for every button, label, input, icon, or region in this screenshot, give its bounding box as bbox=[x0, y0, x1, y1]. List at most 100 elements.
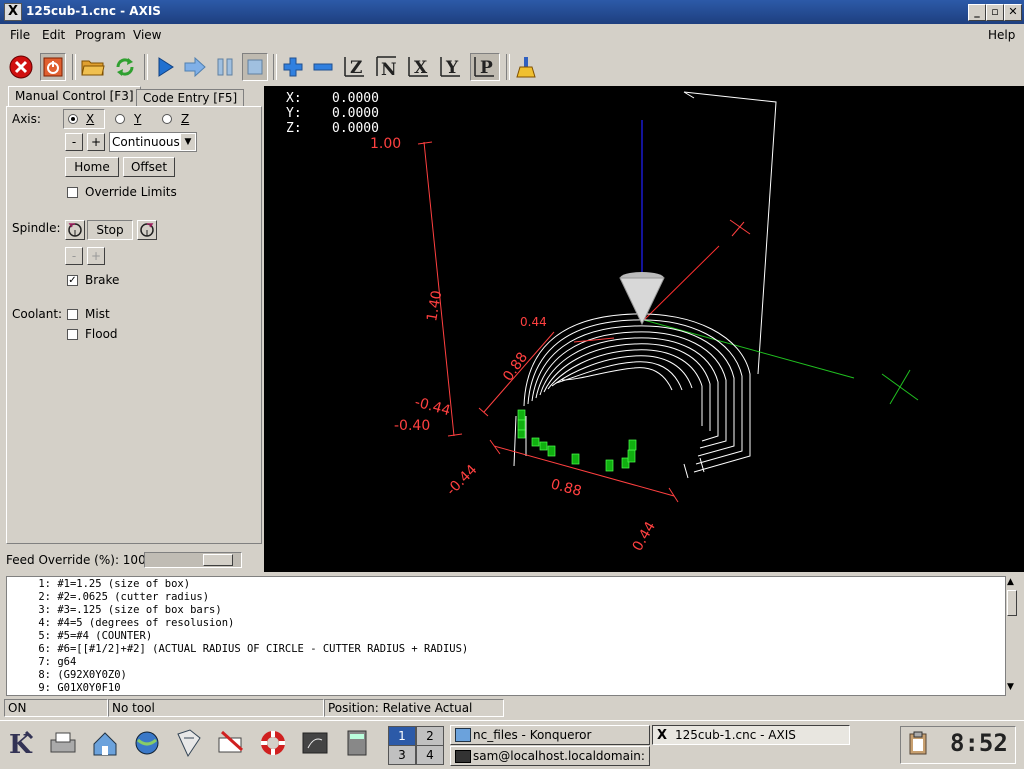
code-line[interactable]: 8: (G92X0Y0Z0) bbox=[7, 669, 991, 682]
open-file-icon[interactable] bbox=[80, 53, 106, 81]
code-line[interactable]: 4: #4=5 (degrees of resolusion) bbox=[7, 617, 991, 630]
axis-y-radio[interactable] bbox=[115, 114, 125, 124]
override-limits-checkbox[interactable] bbox=[67, 187, 78, 198]
spindle-cw-icon bbox=[140, 223, 154, 237]
menu-edit[interactable]: Edit bbox=[42, 28, 65, 42]
code-line[interactable]: 6: #6=[[#1/2]+#2] (ACTUAL RADIUS OF CIRC… bbox=[7, 643, 991, 656]
code-scrollbar[interactable]: ▲ ▼ bbox=[1006, 576, 1018, 696]
view-perspective-icon[interactable]: P bbox=[470, 53, 500, 81]
spindle-slower-button[interactable]: - bbox=[65, 247, 83, 265]
desktop-3-button[interactable]: 3 bbox=[388, 745, 416, 765]
mist-checkbox[interactable] bbox=[67, 309, 78, 320]
dro-x-value: 0.0000 bbox=[332, 91, 379, 106]
desktop-2-button[interactable]: 2 bbox=[416, 726, 444, 746]
clock[interactable]: 8:52 bbox=[950, 729, 1008, 757]
dim-0-44-x: 0.44 bbox=[630, 519, 659, 554]
feed-override-slider[interactable] bbox=[144, 552, 242, 568]
web-browser-icon[interactable] bbox=[130, 726, 164, 760]
axis-z-label: Z bbox=[181, 112, 190, 126]
spindle-faster-button[interactable]: + bbox=[87, 247, 105, 265]
task-axis-label: 125cub-1.cnc - AXIS bbox=[675, 728, 796, 742]
menu-program[interactable]: Program bbox=[75, 28, 126, 42]
flood-checkbox[interactable] bbox=[67, 329, 78, 340]
scroll-down-icon[interactable]: ▼ bbox=[1007, 682, 1014, 692]
axis-x-label: X bbox=[86, 112, 95, 126]
menu-view[interactable]: View bbox=[133, 28, 161, 42]
clear-backplot-icon[interactable] bbox=[514, 53, 540, 81]
axis-z-radio[interactable] bbox=[162, 114, 172, 124]
mist-label: Mist bbox=[85, 307, 110, 321]
offset-button[interactable]: Offset bbox=[123, 157, 175, 177]
code-line[interactable]: 3: #3=.125 (size of box bars) bbox=[7, 604, 991, 617]
code-line[interactable]: 1: #1=1.25 (size of box) bbox=[7, 578, 991, 591]
dro-y-label: Y: bbox=[286, 106, 302, 121]
clipboard-icon[interactable] bbox=[904, 726, 932, 760]
app-icon[interactable]: X bbox=[4, 3, 22, 21]
spindle-ccw-button[interactable] bbox=[65, 220, 85, 240]
home-button[interactable]: Home bbox=[65, 157, 119, 177]
tab-code-entry[interactable]: Code Entry [F5] bbox=[136, 89, 245, 106]
brake-checkbox[interactable]: ✓ bbox=[67, 275, 78, 286]
code-line[interactable]: 7: g64 bbox=[7, 656, 991, 669]
dro-y-value: 0.0000 bbox=[332, 106, 379, 121]
desktop-1-button[interactable]: 1 bbox=[388, 726, 416, 746]
menu-file[interactable]: File bbox=[10, 28, 30, 42]
view-z-rotated-icon[interactable]: N bbox=[374, 53, 400, 81]
printer-icon[interactable] bbox=[46, 726, 80, 760]
dro-z-value: 0.0000 bbox=[332, 121, 379, 136]
scroll-thumb[interactable] bbox=[1007, 590, 1017, 616]
code-line[interactable]: 5: #5=#4 (COUNTER) bbox=[7, 630, 991, 643]
desktop-4-button[interactable]: 4 bbox=[416, 745, 444, 765]
machine-power-icon[interactable] bbox=[40, 53, 66, 81]
view-z-icon[interactable]: Z bbox=[342, 53, 368, 81]
svg-text:P: P bbox=[480, 58, 493, 78]
spindle-ccw-icon bbox=[68, 223, 82, 237]
maximize-button[interactable]: ▫ bbox=[986, 4, 1004, 21]
jog-plus-button[interactable]: + bbox=[87, 133, 105, 151]
stop-icon[interactable] bbox=[242, 53, 268, 81]
zoom-out-icon[interactable] bbox=[310, 53, 336, 81]
task-konqueror-label: nc_files - Konqueror bbox=[473, 728, 592, 742]
pause-icon[interactable] bbox=[212, 53, 238, 81]
home-folder-icon[interactable] bbox=[88, 726, 122, 760]
tool-status: No tool bbox=[108, 699, 324, 717]
code-line[interactable]: 9: G01X0Y0F10 bbox=[7, 682, 991, 695]
spindle-cw-button[interactable] bbox=[137, 220, 157, 240]
minimize-button[interactable]: _ bbox=[968, 4, 986, 21]
dro-readout: X: 0.0000 Y: 0.0000 Z: 0.0000 bbox=[286, 91, 379, 136]
task-axis[interactable]: X 125cub-1.cnc - AXIS bbox=[652, 725, 850, 745]
task-terminal[interactable]: sam@localhost.localdomain: /h bbox=[450, 746, 650, 766]
step-icon[interactable] bbox=[182, 53, 208, 81]
scroll-up-icon[interactable]: ▲ bbox=[1007, 577, 1014, 587]
folder-icon bbox=[455, 728, 471, 742]
view-y-icon[interactable]: Y bbox=[438, 53, 464, 81]
zoom-in-icon[interactable] bbox=[280, 53, 306, 81]
gcode-listing[interactable]: 1: #1=1.25 (size of box) 2: #2=.0625 (cu… bbox=[6, 576, 1006, 696]
preview-canvas[interactable]: X: 0.0000 Y: 0.0000 Z: 0.0000 1.00 1.40 … bbox=[264, 86, 1024, 572]
feed-markers bbox=[517, 409, 637, 472]
terminal-icon[interactable] bbox=[298, 726, 332, 760]
mail-icon[interactable] bbox=[214, 726, 248, 760]
estop-icon[interactable] bbox=[8, 53, 34, 81]
tab-manual-control[interactable]: Manual Control [F3] bbox=[8, 86, 141, 106]
jog-mode-select[interactable]: Continuous ▼ bbox=[109, 132, 197, 152]
code-line[interactable]: 2: #2=.0625 (cutter radius) bbox=[7, 591, 991, 604]
chevron-down-icon[interactable]: ▼ bbox=[181, 134, 195, 150]
view-x-icon[interactable]: X bbox=[406, 53, 432, 81]
spindle-stop-button[interactable]: Stop bbox=[87, 220, 133, 240]
close-window-button[interactable]: ✕ bbox=[1004, 4, 1022, 21]
jog-minus-button[interactable]: - bbox=[65, 133, 83, 151]
dim-0-44-y: 0.44 bbox=[520, 315, 547, 329]
reload-icon[interactable] bbox=[112, 53, 138, 81]
axis-x-radio[interactable] bbox=[68, 114, 78, 124]
run-icon[interactable] bbox=[152, 53, 178, 81]
help-lifebuoy-icon[interactable] bbox=[256, 726, 290, 760]
menu-help[interactable]: Help bbox=[988, 28, 1015, 42]
x-app-icon: X bbox=[657, 728, 668, 743]
task-konqueror[interactable]: nc_files - Konqueror bbox=[450, 725, 650, 745]
kde-menu-icon[interactable]: K bbox=[4, 726, 38, 760]
calculator-icon[interactable] bbox=[340, 726, 374, 760]
office-icon[interactable] bbox=[172, 726, 206, 760]
feed-override-slider-handle[interactable] bbox=[203, 554, 233, 566]
dim-neg-0-44: -0.44 bbox=[413, 394, 452, 419]
